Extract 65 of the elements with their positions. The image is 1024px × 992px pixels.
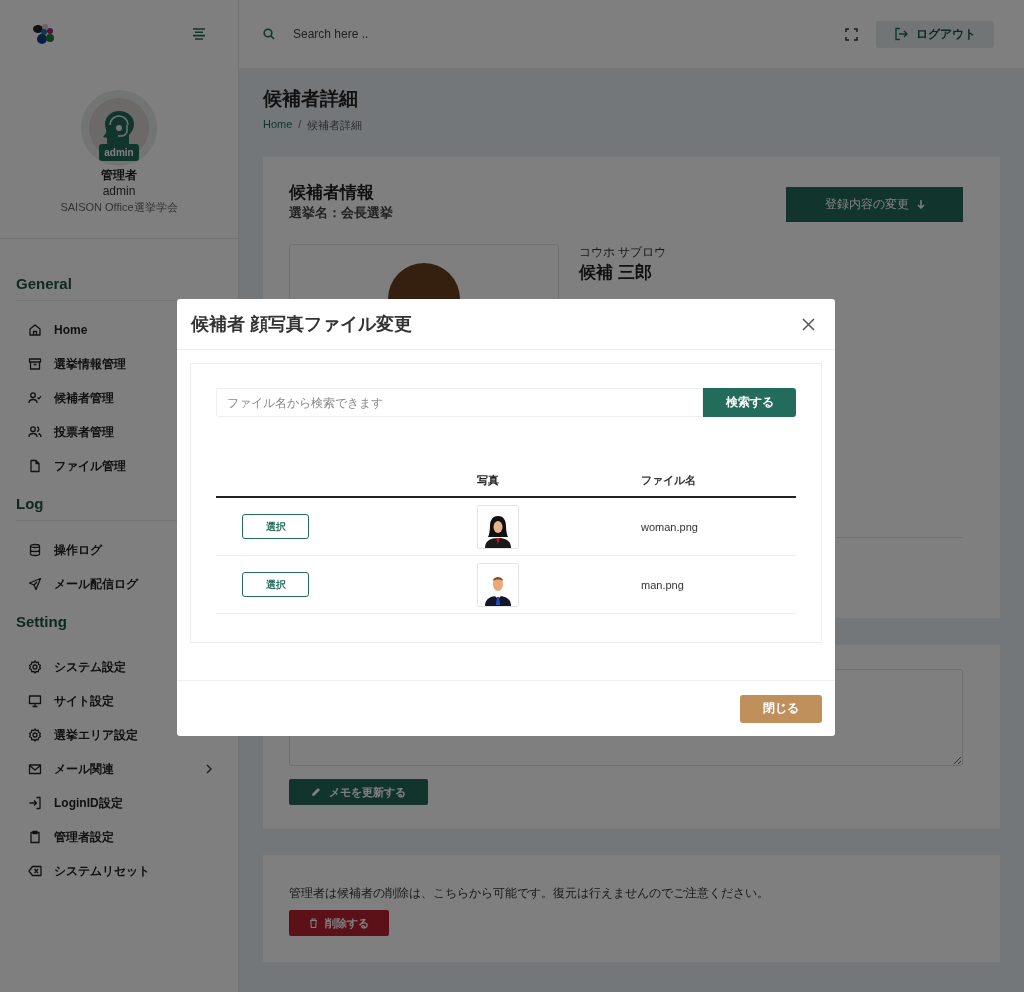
sidebar-item[interactable]: 管理者設定 xyxy=(16,820,222,854)
username: admin xyxy=(102,184,136,198)
delete-notice: 管理者は候補者の削除は、こちらから可能です。復元は行えませんのでご注意ください。 xyxy=(289,885,770,902)
election-name: 選挙名：会長選挙 xyxy=(289,204,393,222)
select-button[interactable]: 選択 xyxy=(242,572,309,597)
home-icon xyxy=(28,323,42,337)
file-name: man.png xyxy=(641,578,684,591)
menu-icon[interactable] xyxy=(192,28,206,40)
sidebar-item[interactable]: 投票者管理 xyxy=(16,415,222,449)
close-button[interactable]: 閉じる xyxy=(740,694,822,723)
update-memo-button[interactable]: メモを更新する xyxy=(289,779,428,805)
column-header: ファイル名 xyxy=(641,474,696,486)
close-icon[interactable] xyxy=(802,317,815,331)
backspace-icon xyxy=(28,864,42,878)
search-field[interactable]: Search here .. xyxy=(291,26,845,42)
file-search-field[interactable]: ファイル名から検索できます xyxy=(216,388,703,417)
organization-name: SAISON Office選挙学会 xyxy=(60,200,178,215)
logout-button[interactable]: ログアウト xyxy=(876,20,994,48)
page-title: 候補者詳細 xyxy=(263,87,359,111)
modal-title: 候補者 顔写真ファイル変更 xyxy=(191,313,412,336)
users-icon xyxy=(28,425,42,439)
gear-icon xyxy=(28,660,42,674)
delete-button[interactable]: 削除する xyxy=(289,910,389,936)
user-check-icon xyxy=(28,391,42,405)
mail-icon xyxy=(28,762,42,776)
archive-box-icon xyxy=(28,357,42,371)
sidebar-item[interactable]: サイト設定 xyxy=(16,684,222,718)
sidebar-item[interactable]: メール配信ログ xyxy=(16,567,222,601)
user-role: 管理者 xyxy=(101,167,137,184)
sidebar-item[interactable]: 選挙エリア設定 xyxy=(16,718,222,752)
monitor-icon xyxy=(28,694,42,708)
breadcrumb-separator: / xyxy=(298,118,302,132)
fullscreen-icon[interactable] xyxy=(845,27,858,41)
role-badge: admin xyxy=(99,144,139,161)
sidebar-item[interactable]: LoginID設定 xyxy=(16,786,222,820)
sidebar-item[interactable]: メール関連 xyxy=(16,752,222,786)
search-icon[interactable] xyxy=(263,28,275,40)
paper-plane-icon xyxy=(28,577,42,591)
logout-icon xyxy=(894,27,908,41)
section-heading: Setting xyxy=(16,613,68,632)
login-icon xyxy=(28,796,42,810)
edit-registration-button[interactable]: 登録内容の変更 xyxy=(786,187,963,222)
card-title: 候補者情報 xyxy=(289,182,375,204)
search-button[interactable]: 検索する xyxy=(703,388,796,417)
sidebar-item[interactable]: ファイル管理 xyxy=(16,449,222,483)
chevron-right-icon xyxy=(206,764,212,774)
select-button[interactable]: 選択 xyxy=(242,514,309,539)
sidebar-item[interactable]: システムリセット xyxy=(16,854,222,888)
file-name: woman.png xyxy=(641,520,698,533)
trash-icon xyxy=(309,918,318,928)
breadcrumb-link[interactable]: Home xyxy=(263,118,293,133)
sidebar-item[interactable]: 選挙情報管理 xyxy=(16,347,222,381)
candidate-name: 候補 三郎 xyxy=(579,262,653,284)
arrow-down-icon xyxy=(916,200,925,209)
sidebar-item[interactable]: システム設定 xyxy=(16,650,222,684)
businesswoman-icon xyxy=(483,513,513,548)
file-icon xyxy=(28,459,42,473)
name-reading: コウホ サブロウ xyxy=(579,244,668,261)
column-header: 写真 xyxy=(477,474,499,486)
sidebar-item[interactable]: 操作ログ xyxy=(16,533,222,567)
gear-icon xyxy=(28,728,42,742)
breadcrumb-current-page: 候補者詳細 xyxy=(307,118,363,133)
database-icon xyxy=(28,543,42,557)
clipboard-icon xyxy=(28,830,42,844)
pencil-icon xyxy=(311,787,321,797)
